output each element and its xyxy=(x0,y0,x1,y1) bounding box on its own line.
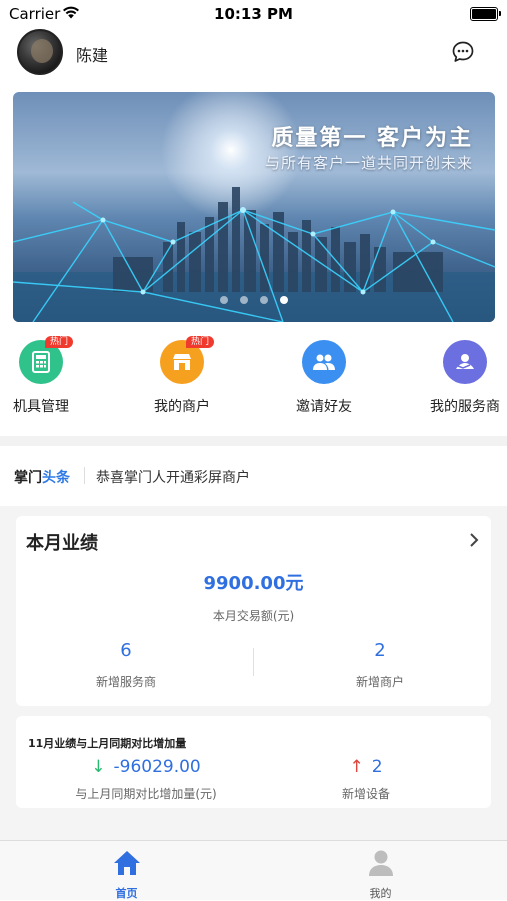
section-divider xyxy=(0,436,507,446)
banner-carousel[interactable]: 质量第一 客户为主 与所有客户一道共同开创未来 xyxy=(13,92,495,322)
calculator-icon: 热门 xyxy=(19,336,74,384)
stat-label: 新增服务商 xyxy=(95,675,156,689)
news-logo: 掌门头条 xyxy=(14,470,70,486)
carousel-dot[interactable] xyxy=(240,296,248,304)
stat-label: 新增商户 xyxy=(355,675,404,689)
avatar[interactable] xyxy=(17,29,63,75)
status-bar: Carrier 10:13 PM xyxy=(0,0,507,28)
menu-item-my-merchants[interactable]: 热门 我的商户 xyxy=(132,336,232,416)
carousel-indicators xyxy=(13,289,495,308)
stat-new-merchants: 2 新增商户 xyxy=(270,640,490,690)
news-headline[interactable]: 恭喜掌门人开通彩屏商户 xyxy=(96,467,250,487)
hot-badge: 热门 xyxy=(45,336,74,348)
menu-item-label: 我的服务商 xyxy=(430,399,500,415)
card-title: 本月业绩 xyxy=(26,533,98,554)
arrow-down-icon: ↓ xyxy=(91,757,106,777)
menu-item-invite-friends[interactable]: 邀请好友 xyxy=(274,338,374,416)
new-devices-label: 新增设备 xyxy=(341,787,390,801)
tab-bar: 首页 我的 xyxy=(0,840,507,900)
quick-menu: 热门 机具管理 热门 我的商户 邀请好友 我的服务商 xyxy=(0,336,507,428)
comparison-amount-label: 与上月同期对比增加量(元) xyxy=(75,787,217,801)
tab-label: 首页 xyxy=(115,887,138,900)
clock: 10:13 PM xyxy=(214,5,293,23)
monthly-amount: 9900.00元 xyxy=(203,573,304,594)
header: 陈建 xyxy=(0,28,507,78)
menu-item-label: 机具管理 xyxy=(13,399,69,415)
home-icon xyxy=(113,851,140,875)
stat-value: 2 xyxy=(374,640,386,661)
stat-value: 6 xyxy=(120,640,132,661)
comparison-amount: ↓ -96029.00 与上月同期对比增加量(元) xyxy=(56,757,236,802)
tab-mine[interactable]: 我的 xyxy=(254,841,507,901)
user-name: 陈建 xyxy=(76,46,109,65)
news-separator xyxy=(84,467,85,484)
battery-icon xyxy=(470,7,501,21)
tab-home[interactable]: 首页 xyxy=(0,841,253,901)
carousel-dot[interactable] xyxy=(220,296,228,304)
new-devices: ↑ 2 新增设备 xyxy=(306,757,426,802)
user-icon xyxy=(368,850,393,876)
menu-item-label: 我的商户 xyxy=(154,399,210,415)
stat-new-service-providers: 6 新增服务商 xyxy=(16,640,236,690)
menu-item-my-service-providers[interactable]: 我的服务商 xyxy=(415,338,507,416)
users-icon xyxy=(302,340,346,384)
chevron-right-icon[interactable] xyxy=(469,531,479,552)
monthly-performance-card[interactable]: 本月业绩 9900.00元 本月交易额(元) 6 新增服务商 2 新增商户 xyxy=(16,516,491,706)
comparison-amount-value: -96029.00 xyxy=(113,757,201,777)
arrow-up-icon: ↑ xyxy=(349,757,364,777)
stat-separator xyxy=(253,648,254,676)
menu-item-device-management[interactable]: 热门 机具管理 xyxy=(0,336,91,416)
news-ticker[interactable]: 掌门头条 恭喜掌门人开通彩屏商户 xyxy=(0,448,507,506)
banner-title: 质量第一 客户为主 xyxy=(271,126,473,151)
service-provider-icon xyxy=(443,340,487,384)
banner-subtitle: 与所有客户一道共同开创未来 xyxy=(264,154,473,172)
new-devices-value: 2 xyxy=(371,757,383,777)
message-icon[interactable] xyxy=(451,40,475,64)
tab-label: 我的 xyxy=(369,887,392,900)
carousel-dot[interactable] xyxy=(260,296,268,304)
monthly-amount-label: 本月交易额(元) xyxy=(212,609,295,623)
shop-icon: 热门 xyxy=(160,336,215,384)
comparison-title: 11月业绩与上月同期对比增加量 xyxy=(28,737,187,750)
comparison-card: 11月业绩与上月同期对比增加量 ↓ -96029.00 与上月同期对比增加量(元)… xyxy=(16,716,491,808)
menu-item-label: 邀请好友 xyxy=(296,399,352,415)
carousel-dot-active[interactable] xyxy=(280,296,288,304)
hot-badge: 热门 xyxy=(186,336,215,348)
